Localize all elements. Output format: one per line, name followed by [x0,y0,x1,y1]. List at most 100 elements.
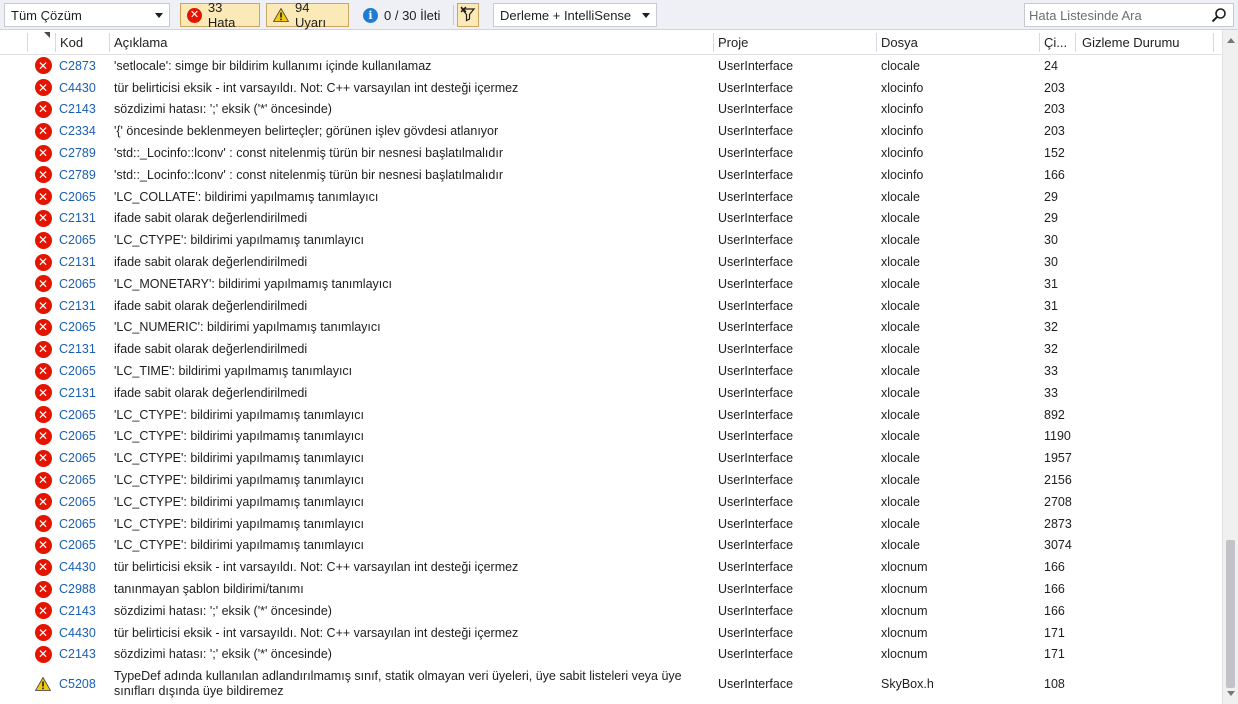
table-row[interactable]: ✕ C2065 'LC_TIME': bildirimi yapılmamış ta… [0,360,1222,382]
scroll-down-icon[interactable] [1227,691,1235,696]
table-row[interactable]: ✕ C2334 '{' öncesinde beklenmeyen belirteç… [0,120,1222,142]
scope-dropdown[interactable]: Tüm Çözüm [4,3,170,27]
messages-filter-button[interactable]: i 0 / 30 İleti [356,3,451,27]
line-cell: 203 [1044,102,1065,117]
errors-filter-button[interactable]: ✕ 33 Hata [180,0,260,30]
error-code-link[interactable]: C4430 [59,622,96,644]
severity-cell: ✕ [33,491,53,513]
table-row[interactable]: ✕ C2143 sözdizimi hatası: ';' eksik ('*' ö… [0,99,1222,121]
error-code-link[interactable]: C2334 [59,120,96,142]
table-row[interactable]: ✕ C2789 'std::_Locinfo::lconv' : const nit… [0,164,1222,186]
table-row[interactable]: ✕ C2065 'LC_NUMERIC': bildirimi yapılmamış… [0,317,1222,339]
table-row[interactable]: ✕ C4430 tür belirticisi eksik - int varsay… [0,556,1222,578]
table-row[interactable]: ✕ C2873 'setlocale': simge bir bildirim ku… [0,55,1222,77]
error-code-link[interactable]: C2065 [59,447,96,469]
column-divider[interactable] [27,33,28,52]
error-code-link[interactable]: C2065 [59,491,96,513]
table-row[interactable]: ✕ C2065 'LC_CTYPE': bildirimi yapılmamış t… [0,404,1222,426]
column-divider[interactable] [713,33,714,52]
vertical-scrollbar[interactable] [1222,30,1238,704]
project-cell: UserInterface [718,80,794,95]
error-code-link[interactable]: C2131 [59,295,96,317]
error-code-link[interactable]: C2143 [59,600,96,622]
error-code-link[interactable]: C2143 [59,644,96,666]
error-code-link[interactable]: C2789 [59,142,96,164]
table-row[interactable]: ✕ C2065 'LC_COLLATE': bildirimi yapılmamış… [0,186,1222,208]
table-row[interactable]: ✕ C4430 tür belirticisi eksik - int varsay… [0,622,1222,644]
file-cell: xlocale [881,364,920,379]
table-row[interactable]: ✕ C2143 sözdizimi hatası: ';' eksik ('*' ö… [0,644,1222,666]
column-header-suppression[interactable]: Gizleme Durumu [1082,30,1180,55]
error-code-link[interactable]: C2065 [59,186,96,208]
error-circle-icon: ✕ [34,209,52,227]
table-row[interactable]: ✕ C2065 'LC_CTYPE': bildirimi yapılmamış t… [0,229,1222,251]
column-divider[interactable] [109,33,110,52]
table-row[interactable]: ✕ C2131 ifade sabit olarak değerlendirilme… [0,382,1222,404]
error-code-link[interactable]: C2131 [59,382,96,404]
error-code-link[interactable]: C2065 [59,513,96,535]
error-code-link[interactable]: C2065 [59,273,96,295]
table-row[interactable]: ✕ C2065 'LC_CTYPE': bildirimi yapılmamış t… [0,426,1222,448]
table-row[interactable]: ✕ C2065 'LC_CTYPE': bildirimi yapılmamış t… [0,447,1222,469]
table-row[interactable]: ✕ C2131 ifade sabit olarak değerlendirilme… [0,338,1222,360]
table-row[interactable]: ✕ C2131 ifade sabit olarak değerlendirilme… [0,295,1222,317]
error-code-link[interactable]: C2065 [59,229,96,251]
scrollbar-thumb[interactable] [1226,540,1235,688]
error-code-link[interactable]: C2065 [59,404,96,426]
warning-triangle-icon [273,8,289,22]
build-filter-dropdown[interactable]: Derleme + IntelliSense [493,3,657,27]
error-code-link[interactable]: C2988 [59,578,96,600]
error-code-link[interactable]: C2131 [59,208,96,230]
warnings-filter-button[interactable]: 94 Uyarı [266,0,349,30]
search-input[interactable]: Hata Listesinde Ara [1024,3,1234,27]
error-code-link[interactable]: C2131 [59,338,96,360]
error-code-link[interactable]: C4430 [59,556,96,578]
column-divider[interactable] [1075,33,1076,52]
column-header-line[interactable]: Çi... [1044,30,1067,55]
table-row[interactable]: ✕ C2789 'std::_Locinfo::lconv' : const nit… [0,142,1222,164]
table-row[interactable]: ✕ C2131 ifade sabit olarak değerlendirilme… [0,251,1222,273]
error-code-link[interactable]: C2789 [59,164,96,186]
error-code-link[interactable]: C2065 [59,426,96,448]
column-divider[interactable] [1039,33,1040,52]
scroll-up-icon[interactable] [1227,38,1235,43]
error-code-link[interactable]: C2131 [59,251,96,273]
table-row[interactable]: ✕ C2065 'LC_CTYPE': bildirimi yapılmamış t… [0,513,1222,535]
error-circle-icon: ✕ [34,253,52,271]
line-cell: 203 [1044,124,1065,139]
line-cell: 1957 [1044,451,1072,466]
clear-filter-button[interactable] [457,3,479,27]
error-code-link[interactable]: C2065 [59,469,96,491]
line-cell: 32 [1044,342,1058,357]
description-cell: tür belirticisi eksik - int varsayıldı. … [114,625,519,640]
table-row[interactable]: C5208 TypeDef adında kullanılan adlandırı… [0,665,1222,702]
column-header-project[interactable]: Proje [718,30,748,55]
table-row[interactable]: ✕ C2988 tanınmayan şablon bildirimi/tanımı… [0,578,1222,600]
search-icon[interactable] [1211,7,1227,26]
table-row[interactable]: ✕ C4430 tür belirticisi eksik - int varsay… [0,77,1222,99]
file-cell: xlocale [881,298,920,313]
table-row[interactable]: ✕ C2065 'LC_MONETARY': bildirimi yapılmamı… [0,273,1222,295]
error-code-link[interactable]: C2143 [59,99,96,121]
project-cell: UserInterface [718,560,794,575]
column-divider[interactable] [876,33,877,52]
column-header-description[interactable]: Açıklama [114,30,167,55]
table-row[interactable]: ✕ C2065 'LC_CTYPE': bildirimi yapılmamış t… [0,535,1222,557]
column-header-file[interactable]: Dosya [881,30,918,55]
description-cell: 'LC_CTYPE': bildirimi yapılmamış tanımla… [114,429,364,444]
table-row[interactable]: ✕ C2143 sözdizimi hatası: ';' eksik ('*' ö… [0,600,1222,622]
table-row[interactable]: ✕ C2065 'LC_CTYPE': bildirimi yapılmamış t… [0,491,1222,513]
error-code-link[interactable]: C4430 [59,77,96,99]
error-code-link[interactable]: C2065 [59,317,96,339]
error-code-link[interactable]: C2065 [59,360,96,382]
table-row[interactable]: ✕ C2131 ifade sabit olarak değerlendirilme… [0,208,1222,230]
column-divider[interactable] [1213,33,1214,52]
error-code-link[interactable]: C2873 [59,55,96,77]
description-cell: tür belirticisi eksik - int varsayıldı. … [114,560,519,575]
column-divider[interactable] [55,33,56,52]
error-code-link[interactable]: C5208 [59,665,96,702]
column-header-code[interactable]: Kod [60,30,83,55]
error-circle-icon: ✕ [34,384,52,402]
table-row[interactable]: ✕ C2065 'LC_CTYPE': bildirimi yapılmamış t… [0,469,1222,491]
error-code-link[interactable]: C2065 [59,535,96,557]
